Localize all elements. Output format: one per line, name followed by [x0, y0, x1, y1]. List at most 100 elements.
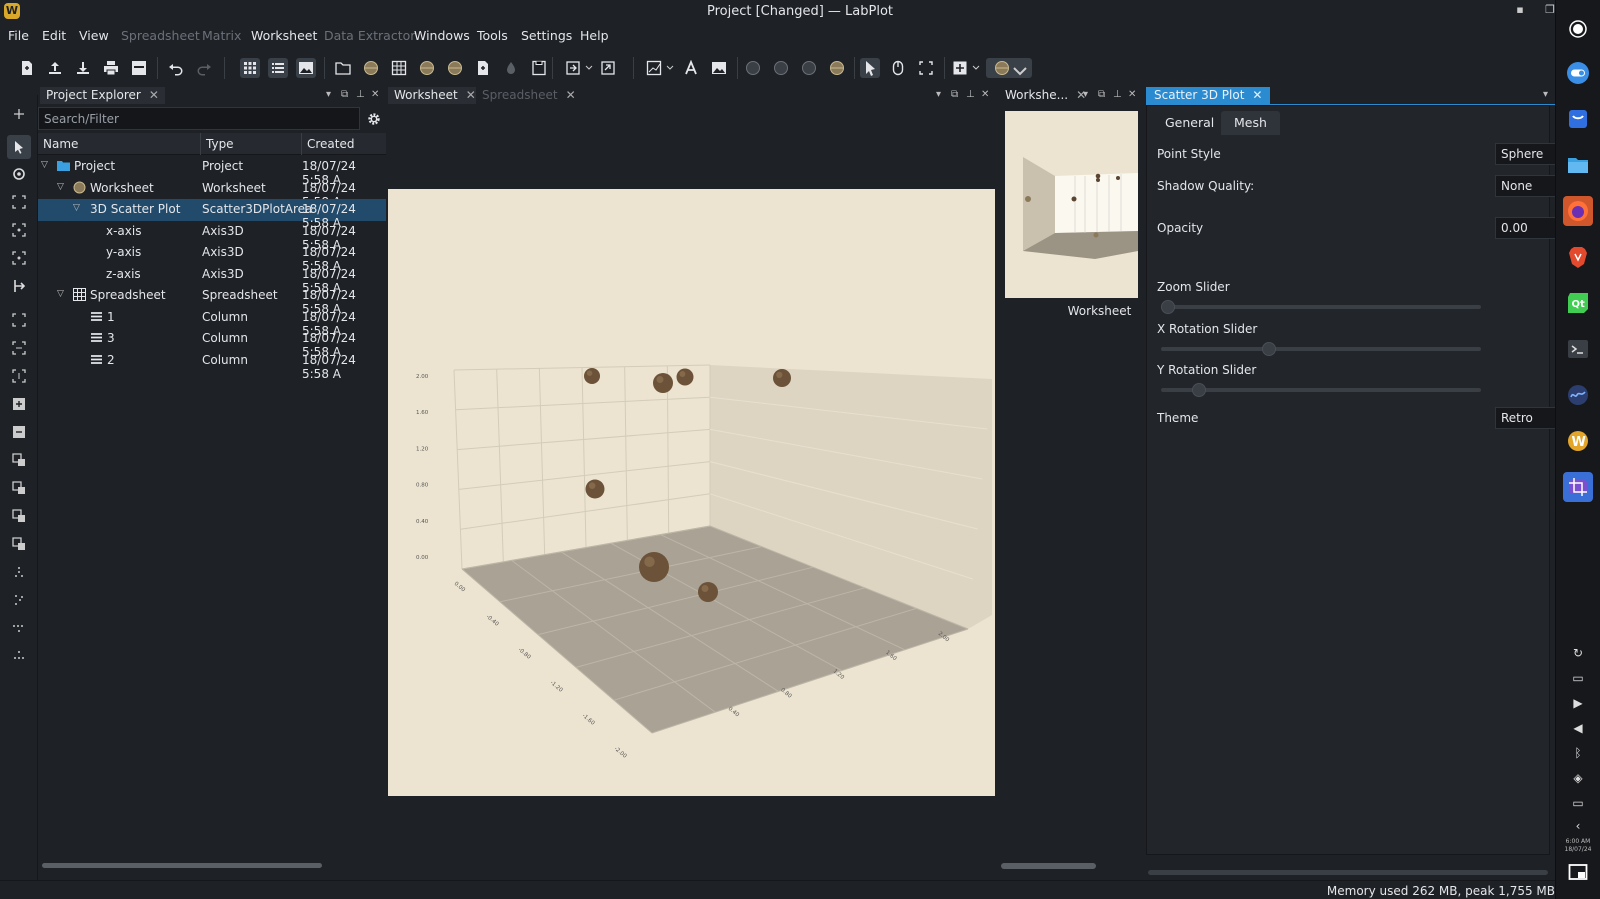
chevron-down-icon[interactable]: ▽ [73, 203, 83, 213]
files-app-icon[interactable] [1563, 150, 1593, 180]
zoom-in-y-icon[interactable] [10, 507, 28, 525]
menu-spreadsheet[interactable]: Spreadsheet [121, 28, 200, 43]
print-icon[interactable] [101, 58, 121, 78]
worksheet-thumbnail[interactable] [1005, 111, 1138, 298]
clipboard-icon[interactable]: ▭ [1570, 670, 1586, 686]
zoom-select-icon[interactable] [916, 58, 936, 78]
tree-row-x-axis[interactable]: x-axis Axis3D 18/07/24 5:58 A [38, 221, 386, 252]
dock-pin-icon[interactable]: ⊥ [966, 89, 975, 100]
zoom-in-x-icon[interactable] [10, 451, 28, 469]
scale-auto-icon[interactable] [10, 311, 28, 329]
new-live-data-icon[interactable] [529, 58, 549, 78]
export-icon[interactable] [129, 58, 149, 78]
tree-row-project[interactable]: ▽ Project Project 18/07/24 5:58 A [38, 156, 386, 187]
zoom-y-tool-icon[interactable] [10, 249, 28, 267]
new-spreadsheet-icon[interactable] [389, 58, 409, 78]
properties-scrollbar[interactable] [1148, 870, 1548, 875]
dock-close-icon[interactable]: ✕ [981, 89, 989, 100]
column-header-type[interactable]: Type [201, 133, 302, 155]
add-plot-dropdown-icon[interactable] [665, 58, 675, 78]
tree-row-worksheet[interactable]: ▽ Worksheet Worksheet 18/07/24 5:58 A [38, 178, 386, 209]
record-icon[interactable] [1563, 14, 1593, 44]
project-explorer-tab[interactable]: Project Explorer ✕ [40, 87, 165, 104]
zoom-x-tool-icon[interactable] [10, 221, 28, 239]
add-text-icon[interactable] [681, 58, 701, 78]
menu-matrix[interactable]: Matrix [202, 28, 241, 43]
scatter-3d-plot-tab[interactable]: Scatter 3D Plot ✕ [1146, 87, 1271, 104]
display-icon[interactable]: ▭ [1570, 795, 1586, 811]
refresh-icon[interactable]: ↻ [1570, 645, 1586, 661]
worksheet-canvas[interactable]: 2.00 1.60 1.20 0.80 0.40 0.00 -2.00 -1.60 -1.20 -… [388, 189, 995, 796]
firefox-app-icon[interactable] [1563, 196, 1593, 226]
dock-pin-icon[interactable]: ⊥ [356, 89, 365, 100]
add-image-icon[interactable] [709, 58, 729, 78]
add-icon[interactable] [10, 105, 28, 123]
y-rotation-slider-handle[interactable] [1191, 383, 1206, 397]
new-folder-icon[interactable] [333, 58, 353, 78]
chevron-left-icon[interactable]: ‹ [1570, 818, 1586, 834]
tab-mesh[interactable]: Mesh [1221, 111, 1280, 135]
dock-menu-icon[interactable]: ▾ [326, 89, 331, 100]
add-element-dropdown-icon[interactable] [971, 58, 981, 78]
column-header-name[interactable]: Name [38, 133, 201, 155]
zoom-slider[interactable] [1161, 300, 1481, 314]
media-play-icon[interactable]: ▶ [1570, 695, 1586, 711]
break-layout-icon[interactable] [827, 58, 847, 78]
column-header-created[interactable]: Created [302, 133, 386, 155]
screenshot-app-icon[interactable] [1563, 472, 1593, 502]
scale-auto-x-icon[interactable] [10, 339, 28, 357]
y-rotation-slider[interactable] [1161, 383, 1481, 397]
volume-icon[interactable]: ◀ [1570, 720, 1586, 736]
zoom-in-icon[interactable] [10, 395, 28, 413]
menu-tools[interactable]: Tools [477, 28, 508, 43]
redo-icon[interactable] [194, 58, 214, 78]
dock-float-icon[interactable]: ⧉ [341, 89, 348, 100]
new-workbook-icon[interactable] [361, 58, 381, 78]
layout-horizontal-icon[interactable] [771, 58, 791, 78]
undo-icon[interactable] [166, 58, 186, 78]
x-rotation-slider-handle[interactable] [1261, 342, 1276, 356]
chevron-down-icon[interactable]: ▽ [41, 160, 51, 170]
close-icon[interactable]: ✕ [1252, 88, 1262, 102]
zoom-area-tool-icon[interactable] [10, 193, 28, 211]
menu-view[interactable]: View [79, 28, 109, 43]
store-app-icon[interactable] [1563, 104, 1593, 134]
grid-view-icon[interactable] [240, 58, 260, 78]
gear-icon[interactable] [364, 109, 384, 129]
menu-windows[interactable]: Windows [414, 28, 470, 43]
network-icon[interactable]: ◈ [1570, 770, 1586, 786]
tree-row-column-1[interactable]: 1 Column 18/07/24 5:58 A [38, 307, 386, 338]
add-element-icon[interactable] [950, 58, 970, 78]
new-matrix-icon[interactable] [417, 58, 437, 78]
tree-row-spreadsheet[interactable]: ▽ Spreadsheet Spreadsheet 18/07/24 5:58 … [38, 285, 386, 316]
dock-menu-icon[interactable]: ▾ [1543, 89, 1548, 100]
menu-file[interactable]: File [8, 28, 29, 43]
menu-data-extractor[interactable]: Data Extractor [324, 28, 415, 43]
dock-pin-icon[interactable]: ⊥ [1113, 89, 1122, 100]
menu-settings[interactable]: Settings [521, 28, 572, 43]
tree-row-3d-scatter-plot[interactable]: ▽ 3D Scatter Plot Scatter3DPlotArea 18/0… [38, 199, 386, 230]
tree-row-column-3[interactable]: 3 Column 18/07/24 5:58 A [38, 328, 386, 359]
dock-menu-icon[interactable]: ▾ [1083, 89, 1088, 100]
tab-spreadsheet[interactable]: Spreadsheet ✕ [476, 87, 582, 104]
terminal-app-icon[interactable] [1563, 334, 1593, 364]
import-icon[interactable] [563, 58, 583, 78]
theme-selector-icon[interactable] [986, 58, 1032, 78]
tree-row-column-2[interactable]: 2 Column 18/07/24 5:58 A [38, 350, 386, 381]
zoom-out-icon[interactable] [10, 423, 28, 441]
dock-menu-icon[interactable]: ▾ [936, 89, 941, 100]
search-input[interactable] [38, 107, 360, 130]
system-clock[interactable]: 6:00 AM 18/07/24 [1558, 838, 1598, 854]
menu-help[interactable]: Help [580, 28, 609, 43]
brave-app-icon[interactable] [1563, 242, 1593, 272]
new-notes-icon[interactable] [473, 58, 493, 78]
tab-general[interactable]: General [1152, 111, 1227, 135]
shift-left-icon[interactable] [10, 563, 28, 581]
chevron-down-icon[interactable]: ▽ [57, 289, 67, 299]
pan-tool-icon[interactable] [10, 165, 28, 183]
dock-close-icon[interactable]: ✕ [371, 89, 379, 100]
new-worksheet-icon[interactable] [445, 58, 465, 78]
navigate-mode-icon[interactable] [888, 58, 908, 78]
save-icon[interactable] [73, 58, 93, 78]
refresh-import-icon[interactable] [598, 58, 618, 78]
